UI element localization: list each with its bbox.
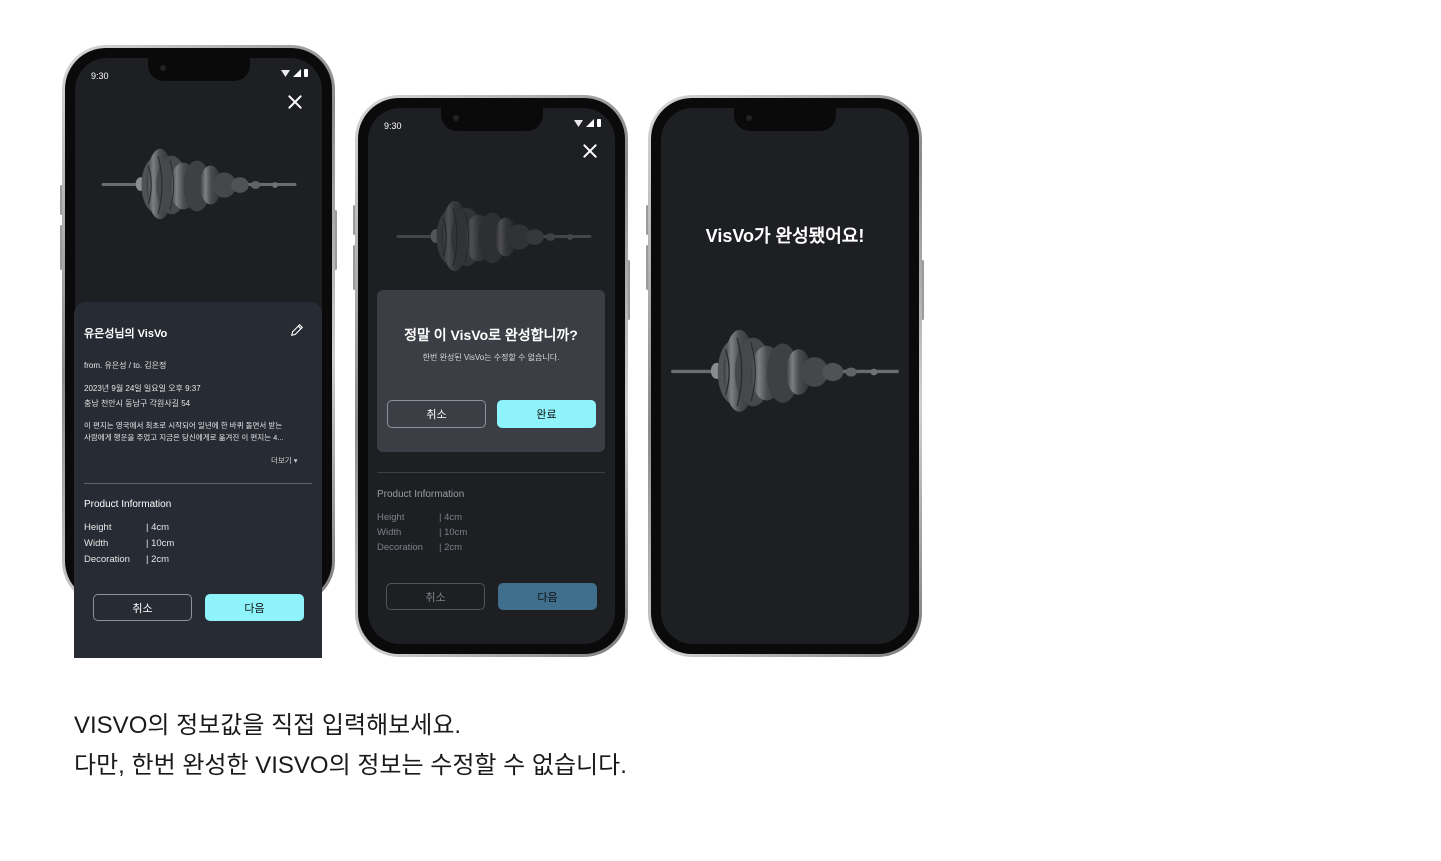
spec-label: Height (84, 522, 112, 533)
wifi-icon (281, 70, 290, 77)
card-title: 유은성님의 VisVo (84, 328, 168, 340)
close-icon[interactable] (286, 93, 304, 111)
complete-title: VisVo가 완성됐어요! (705, 226, 865, 246)
battery-icon (304, 69, 308, 77)
signal-icon (586, 119, 594, 127)
cancel-button[interactable]: 취소 (93, 594, 192, 621)
voice-visualization (671, 326, 899, 418)
status-icons (574, 119, 601, 127)
spec-value: | 4cm (146, 522, 170, 533)
spec-label: Width (84, 538, 109, 549)
spec-row-decoration: Decoration | 2cm (84, 554, 169, 565)
signal-icon (293, 69, 301, 77)
from-to-text: from. 유은성 / to. 김은정 (84, 361, 167, 370)
dialog-cancel-button[interactable]: 취소 (387, 400, 486, 428)
spec-value: | 10cm (146, 538, 175, 549)
complete-screen: VisVo가 완성됐어요! (661, 108, 909, 644)
caption-line-1: VISVO의 정보값을 직접 입력해보세요. (74, 712, 462, 739)
spec-value: | 2cm (146, 554, 170, 565)
spec-row-height: Height | 4cm (84, 522, 169, 533)
dialog-title: 정말 이 VisVo로 완성합니까? (404, 327, 578, 343)
phone-mockup-confirm: 9:30 Product Information Height | 4cm Wi… (353, 95, 630, 657)
edit-pencil-icon[interactable] (290, 323, 304, 337)
voice-visualization (101, 146, 297, 224)
address-text: 충남 천안시 동남구 각원사길 54 (84, 399, 191, 408)
message-line: 이 편지는 영국에서 최초로 시작되어 일년에 한 바퀴 돌면서 받는 (84, 421, 283, 430)
message-preview: 이 편지는 영국에서 최초로 시작되어 일년에 한 바퀴 돌면서 받는 사람에게… (84, 420, 310, 444)
close-icon[interactable] (581, 142, 599, 160)
status-icons (281, 69, 308, 77)
date-text: 2023년 9월 24일 일요일 오후 9:37 (84, 384, 201, 393)
message-line: 사람에게 행운을 주었고 지금은 당신에게로 옮겨진 이 편지는 4... (84, 433, 284, 442)
battery-icon (597, 119, 601, 127)
wifi-icon (574, 120, 583, 127)
dialog-subtitle: 한번 완성된 VisVo는 수정할 수 없습니다. (422, 353, 560, 362)
dialog-confirm-button[interactable]: 완료 (497, 400, 596, 428)
status-time: 9:30 (384, 121, 402, 131)
details-bottom-sheet: 유은성님의 VisVo from. 유은성 / to. 김은정 2023년 9월… (74, 302, 322, 658)
divider (84, 483, 312, 484)
spec-row-width: Width | 10cm (84, 538, 174, 549)
more-button[interactable]: 더보기 ▾ (271, 455, 298, 466)
status-time: 9:30 (91, 71, 109, 81)
spec-label: Decoration (84, 554, 130, 565)
product-info-title: Product Information (84, 499, 172, 510)
next-button[interactable]: 다음 (205, 594, 304, 621)
phone-mockup-complete: VisVo가 완성됐어요! (646, 95, 924, 657)
confirm-screen: 9:30 Product Information Height | 4cm Wi… (368, 108, 615, 644)
caption-line-2: 다만, 한번 완성한 VISVO의 정보는 수정할 수 없습니다. (74, 752, 627, 779)
confirm-dialog: 정말 이 VisVo로 완성합니까? 한번 완성된 VisVo는 수정할 수 없… (377, 290, 605, 452)
